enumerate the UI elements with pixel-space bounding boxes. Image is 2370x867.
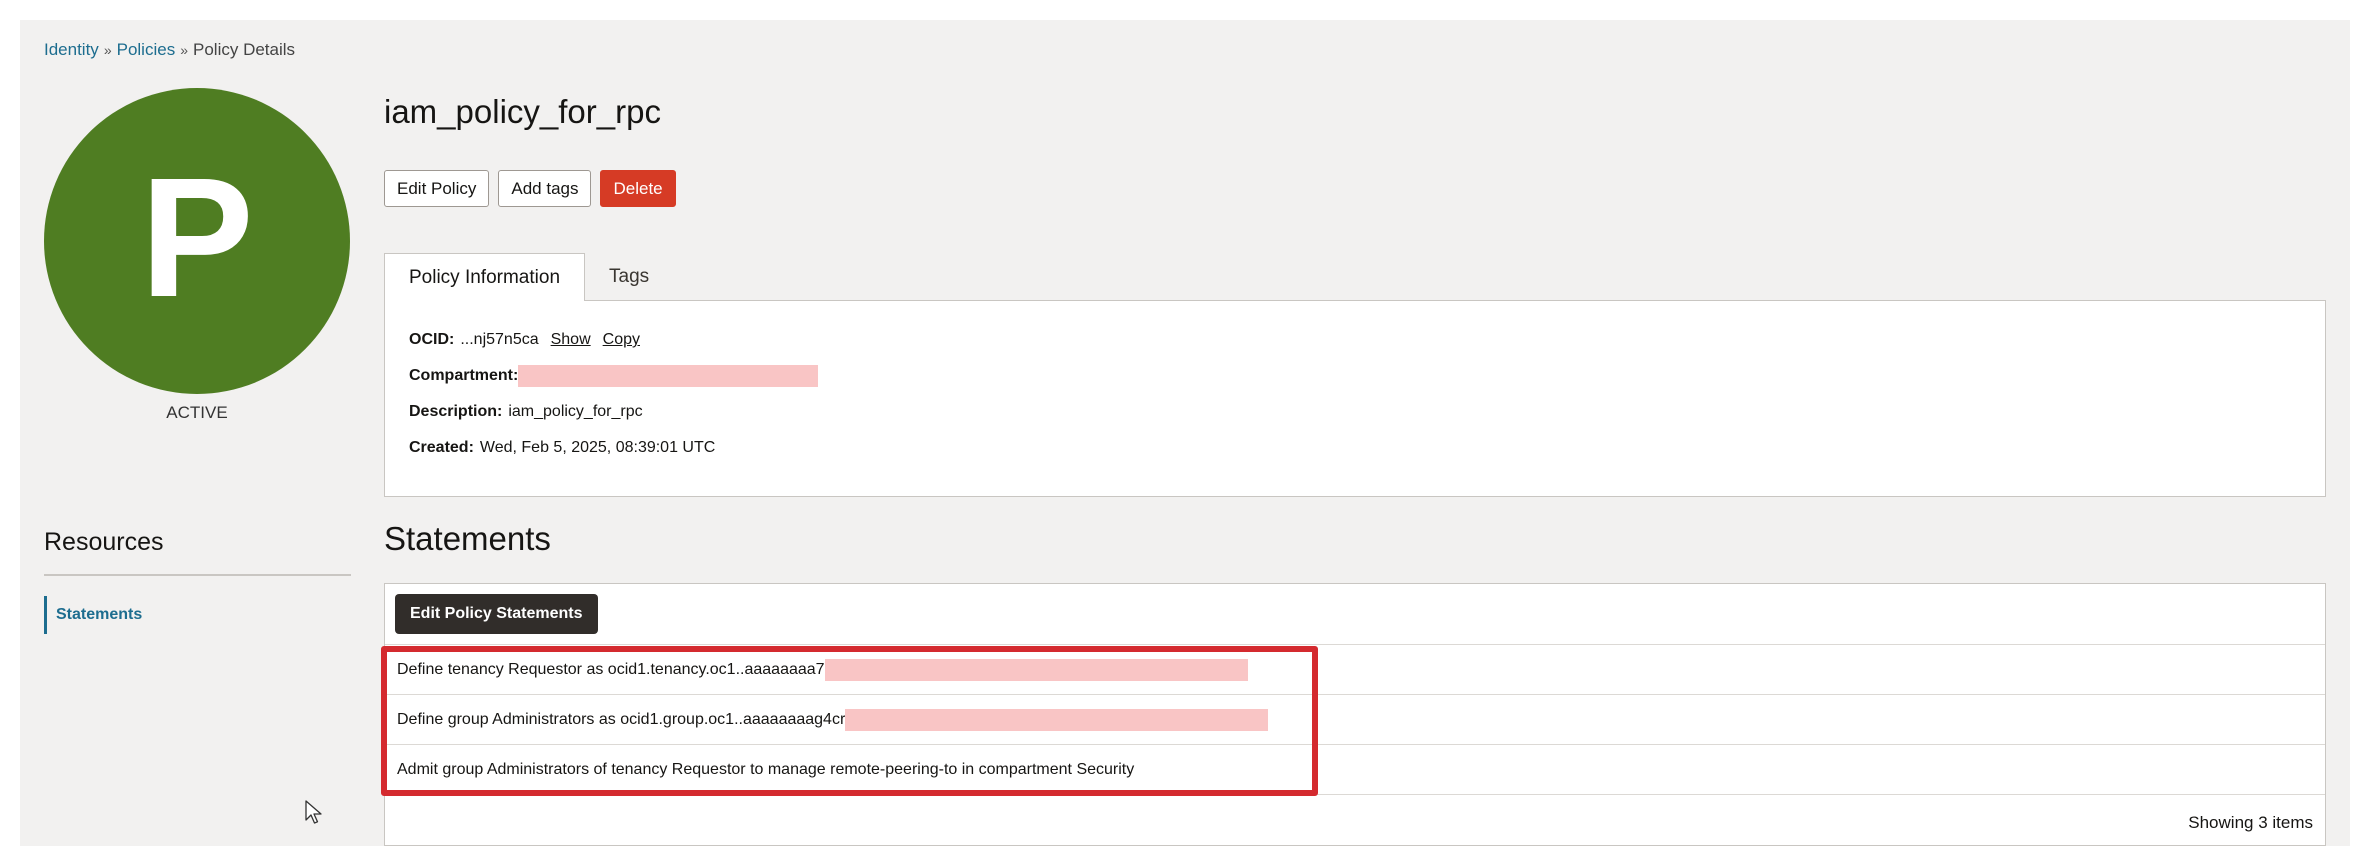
ocid-value: ...nj57n5ca — [460, 331, 539, 348]
ocid-copy-link[interactable]: Copy — [603, 331, 640, 349]
breadcrumb-identity[interactable]: Identity — [44, 40, 99, 60]
statement-text: Define group Administrators as ocid1.gro… — [397, 710, 846, 728]
statements-toolbar: Edit Policy Statements — [385, 584, 2325, 645]
page-title: iam_policy_for_rpc — [384, 93, 661, 130]
breadcrumb: Identity » Policies » Policy Details — [44, 40, 295, 60]
showing-items-count: Showing 3 items — [2188, 813, 2313, 832]
action-bar: Edit Policy Add tags Delete — [384, 170, 676, 207]
policy-avatar: P — [44, 88, 350, 394]
statement-text: Admit group Administrators of tenancy Re… — [397, 760, 1135, 778]
mouse-cursor-icon — [305, 800, 322, 824]
policy-information-panel: OCID: ...nj57n5ca Show Copy Compartment:… — [384, 300, 2326, 497]
breadcrumb-current: Policy Details — [193, 40, 296, 59]
compartment-redaction — [518, 365, 819, 387]
statement-text: Define tenancy Requestor as ocid1.tenanc… — [397, 660, 825, 678]
status-label: ACTIVE — [166, 403, 228, 422]
statement-redaction — [824, 658, 1248, 681]
statement-row: Admit group Administrators of tenancy Re… — [385, 745, 2325, 795]
add-tags-button[interactable]: Add tags — [498, 170, 592, 207]
breadcrumb-policies[interactable]: Policies — [117, 40, 176, 60]
avatar-letter: P — [140, 143, 254, 333]
ocid-label: OCID: — [409, 331, 455, 348]
edit-policy-statements-button[interactable]: Edit Policy Statements — [395, 594, 598, 634]
resources-item-statements[interactable]: Statements — [44, 596, 351, 634]
description-label: Description: — [409, 403, 503, 420]
resources-title: Resources — [44, 528, 164, 556]
breadcrumb-separator: » — [103, 42, 112, 58]
policy-details-page: Identity » Policies » Policy Details P A… — [20, 20, 2350, 846]
statement-row: Define group Administrators as ocid1.gro… — [385, 695, 2325, 745]
breadcrumb-separator: » — [180, 42, 188, 58]
compartment-row: Compartment: — [409, 365, 819, 387]
ocid-row: OCID: ...nj57n5ca Show Copy — [409, 329, 640, 351]
resources-divider — [44, 574, 351, 576]
statements-panel: Edit Policy Statements Define tenancy Re… — [384, 583, 2326, 846]
description-value: iam_policy_for_rpc — [508, 403, 643, 420]
statement-row: Define tenancy Requestor as ocid1.tenanc… — [385, 645, 2325, 695]
created-value: Wed, Feb 5, 2025, 08:39:01 UTC — [479, 439, 716, 456]
description-row: Description: iam_policy_for_rpc — [409, 401, 643, 423]
ocid-show-link[interactable]: Show — [551, 331, 591, 349]
compartment-label: Compartment: — [409, 367, 519, 384]
edit-policy-button[interactable]: Edit Policy — [384, 170, 490, 207]
delete-button[interactable]: Delete — [600, 170, 676, 207]
created-row: Created: Wed, Feb 5, 2025, 08:39:01 UTC — [409, 437, 715, 459]
tab-bar: Policy Information Tags — [384, 253, 673, 301]
tab-tags[interactable]: Tags — [585, 253, 673, 301]
statements-title: Statements — [384, 520, 551, 557]
tab-policy-information[interactable]: Policy Information — [384, 253, 586, 301]
resources-item-label: Statements — [56, 606, 143, 623]
created-label: Created: — [409, 439, 474, 456]
statement-redaction — [845, 708, 1269, 731]
